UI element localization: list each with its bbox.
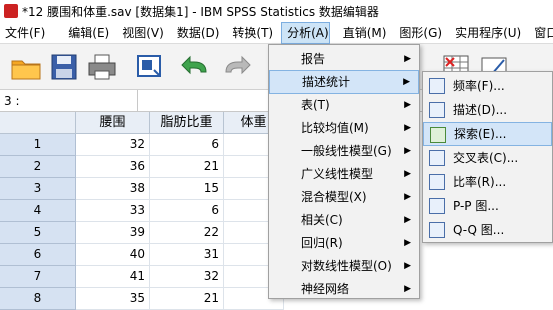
undo-icon[interactable] <box>180 52 212 82</box>
row-header[interactable]: 4 <box>0 200 76 222</box>
analyze-menu-item[interactable]: 比较均值(M) ▶ <box>269 116 419 140</box>
submenu-item-descriptives[interactable]: 描述(D)... <box>423 98 552 122</box>
explore-icon <box>430 127 446 143</box>
title-bar: *12 腰围和体重.sav [数据集1] - IBM SPSS Statisti… <box>0 0 553 22</box>
data-cell[interactable]: 21 <box>150 288 224 310</box>
descriptive-statistics-submenu: 频率(F)... 描述(D)... 探索(E)... 交叉表(C)... 比率(… <box>422 71 553 243</box>
submenu-arrow-icon: ▶ <box>404 54 411 64</box>
row-header[interactable]: 1 <box>0 134 76 156</box>
corner-cell[interactable] <box>0 112 76 134</box>
data-cell[interactable]: 35 <box>76 288 150 310</box>
row-header[interactable]: 8 <box>0 288 76 310</box>
submenu-arrow-icon: ▶ <box>404 192 411 202</box>
submenu-arrow-icon: ▶ <box>404 261 411 271</box>
analyze-menu-item[interactable]: 回归(R) ▶ <box>269 231 419 255</box>
analyze-menu-item[interactable]: 神经网络 ▶ <box>269 277 419 301</box>
analyze-menu-item[interactable]: 混合模型(X) ▶ <box>269 185 419 209</box>
column-header[interactable]: 腰围 <box>76 112 150 134</box>
data-cell[interactable]: 32 <box>76 134 150 156</box>
data-cell[interactable]: 32 <box>150 266 224 288</box>
submenu-arrow-icon: ▶ <box>404 169 411 179</box>
menu-analyze[interactable]: 分析(A) <box>281 21 330 44</box>
data-cell[interactable]: 38 <box>76 178 150 200</box>
menu-bar: 文件(F) 编辑(E) 视图(V) 数据(D) 转换(T) 分析(A) 直销(M… <box>0 21 553 44</box>
window-title: *12 腰围和体重.sav [数据集1] - IBM SPSS Statisti… <box>22 4 379 19</box>
analyze-menu-item[interactable]: 报告 ▶ <box>269 47 419 71</box>
submenu-arrow-icon: ▶ <box>404 284 411 294</box>
data-cell[interactable]: 22 <box>150 222 224 244</box>
analyze-menu: 报告 ▶ 描述统计 ▶ 表(T) ▶ 比较均值(M) ▶ 一般线性模型(G) ▶ 广义线性… <box>268 44 420 299</box>
data-cell[interactable]: 39 <box>76 222 150 244</box>
data-cell[interactable]: 33 <box>76 200 150 222</box>
qq-plot-icon <box>429 222 445 238</box>
submenu-item-explore[interactable]: 探索(E)... <box>423 122 552 146</box>
submenu-arrow-icon: ▶ <box>404 123 411 133</box>
redo-icon[interactable] <box>220 52 252 82</box>
dialog-recall-icon[interactable] <box>134 52 166 82</box>
data-cell[interactable]: 31 <box>150 244 224 266</box>
menu-view[interactable]: 视图(V) <box>117 22 164 44</box>
analyze-menu-item[interactable]: 表(T) ▶ <box>269 93 419 117</box>
submenu-arrow-icon: ▶ <box>403 77 410 87</box>
menu-data[interactable]: 数据(D) <box>172 22 220 44</box>
analyze-menu-item[interactable]: 广义线性模型 ▶ <box>269 162 419 186</box>
submenu-arrow-icon: ▶ <box>404 238 411 248</box>
menu-graphs[interactable]: 图形(G) <box>394 22 442 44</box>
submenu-item-qq-plot[interactable]: Q-Q 图... <box>423 218 552 242</box>
open-folder-icon[interactable] <box>10 52 42 82</box>
analyze-menu-item[interactable]: 相关(C) ▶ <box>269 208 419 232</box>
pp-plot-icon <box>429 198 445 214</box>
submenu-arrow-icon: ▶ <box>404 100 411 110</box>
crosstabs-icon <box>429 150 445 166</box>
menu-utilities[interactable]: 实用程序(U) <box>450 22 521 44</box>
analyze-menu-item-descriptive[interactable]: 描述统计 ▶ <box>269 70 419 94</box>
submenu-arrow-icon: ▶ <box>404 215 411 225</box>
spss-app-icon <box>4 4 18 18</box>
frequencies-icon <box>429 78 445 94</box>
data-cell[interactable]: 15 <box>150 178 224 200</box>
data-cell[interactable]: 41 <box>76 266 150 288</box>
data-cell[interactable]: 6 <box>150 200 224 222</box>
analyze-menu-item[interactable]: 对数线性模型(O) ▶ <box>269 254 419 278</box>
analyze-menu-item[interactable]: 一般线性模型(G) ▶ <box>269 139 419 163</box>
menu-transform[interactable]: 转换(T) <box>227 22 273 44</box>
menu-window[interactable]: 窗口(W) <box>529 22 553 44</box>
data-cell[interactable]: 6 <box>150 134 224 156</box>
descriptives-icon <box>429 102 445 118</box>
ratio-icon <box>429 174 445 190</box>
submenu-item-ratio[interactable]: 比率(R)... <box>423 170 552 194</box>
submenu-item-crosstabs[interactable]: 交叉表(C)... <box>423 146 552 170</box>
print-icon[interactable] <box>86 52 118 82</box>
data-cell[interactable]: 40 <box>76 244 150 266</box>
row-header[interactable]: 2 <box>0 156 76 178</box>
submenu-item-pp-plot[interactable]: P-P 图... <box>423 194 552 218</box>
menu-direct-marketing[interactable]: 直销(M) <box>338 22 387 44</box>
submenu-arrow-icon: ▶ <box>404 146 411 156</box>
column-header[interactable]: 脂肪比重 <box>150 112 224 134</box>
data-cell[interactable]: 36 <box>76 156 150 178</box>
row-header[interactable]: 6 <box>0 244 76 266</box>
cell-reference[interactable]: 3 : <box>0 90 138 112</box>
row-header[interactable]: 7 <box>0 266 76 288</box>
submenu-item-frequencies[interactable]: 频率(F)... <box>423 74 552 98</box>
row-header[interactable]: 3 <box>0 178 76 200</box>
menu-file[interactable]: 文件(F) <box>0 22 45 44</box>
save-icon[interactable] <box>48 52 80 82</box>
menu-edit[interactable]: 编辑(E) <box>63 22 109 44</box>
row-header[interactable]: 5 <box>0 222 76 244</box>
data-cell[interactable]: 21 <box>150 156 224 178</box>
